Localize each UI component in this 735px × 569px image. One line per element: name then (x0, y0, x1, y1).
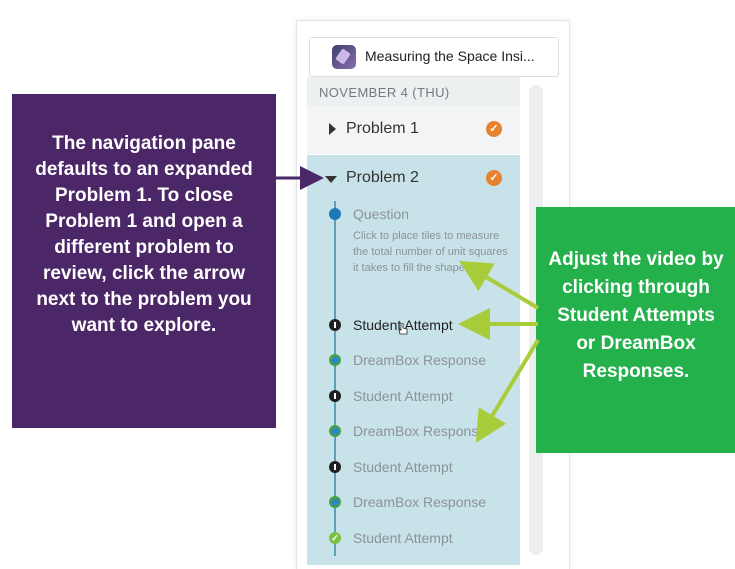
hand-cursor-icon (398, 323, 408, 335)
green-arrow-upper (459, 260, 540, 310)
callout-arrows (276, 166, 540, 443)
green-arrow-lower (475, 338, 540, 443)
